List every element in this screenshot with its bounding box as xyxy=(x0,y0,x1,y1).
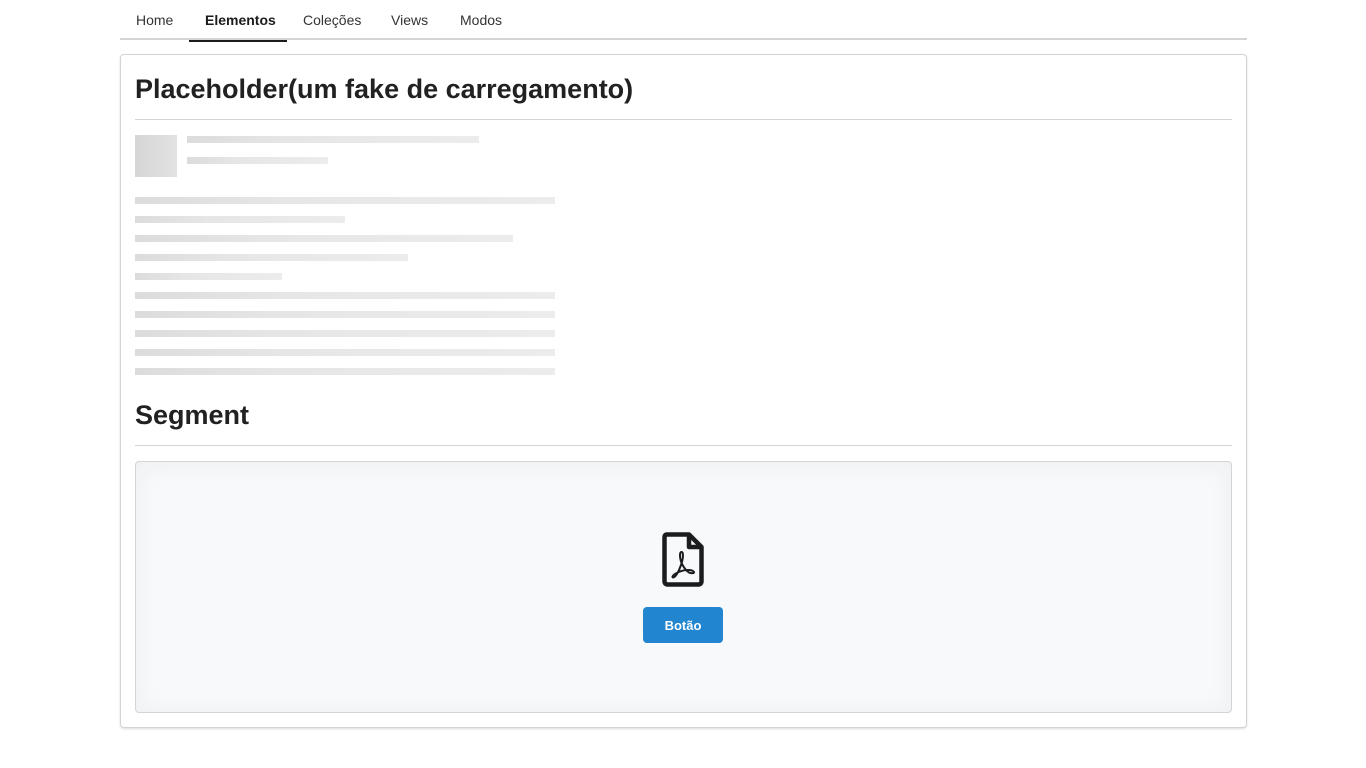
placeholder-line xyxy=(135,330,555,337)
segment-header: Segment xyxy=(135,397,1232,446)
placeholder-line xyxy=(135,368,555,375)
placeholder-segment: Botão xyxy=(135,461,1232,713)
placeholder-line xyxy=(135,349,555,356)
tab-elementos[interactable]: Elementos xyxy=(189,0,287,42)
tab-views[interactable]: Views xyxy=(375,0,444,40)
placeholder-header-line xyxy=(187,157,328,164)
placeholder-line xyxy=(135,235,513,242)
placeholder-line xyxy=(135,216,345,223)
tab-menu: Home Elementos Coleções Views Modos xyxy=(120,0,1247,42)
tab-colecoes[interactable]: Coleções xyxy=(287,0,375,40)
placeholder-line xyxy=(135,197,555,204)
placeholder-header-line xyxy=(187,136,479,143)
action-button[interactable]: Botão xyxy=(643,607,723,643)
file-pdf-icon xyxy=(662,532,704,587)
placeholder-line xyxy=(135,254,408,261)
placeholder-line xyxy=(135,292,555,299)
placeholder-line xyxy=(135,311,555,318)
placeholder-line xyxy=(135,273,282,280)
tab-modos[interactable]: Modos xyxy=(444,0,518,40)
tab-home[interactable]: Home xyxy=(120,0,189,40)
placeholder-image xyxy=(135,135,177,177)
placeholder-header: Placeholder(um fake de carregamento) xyxy=(135,71,1232,120)
main-card: Placeholder(um fake de carregamento) Seg… xyxy=(120,54,1247,728)
